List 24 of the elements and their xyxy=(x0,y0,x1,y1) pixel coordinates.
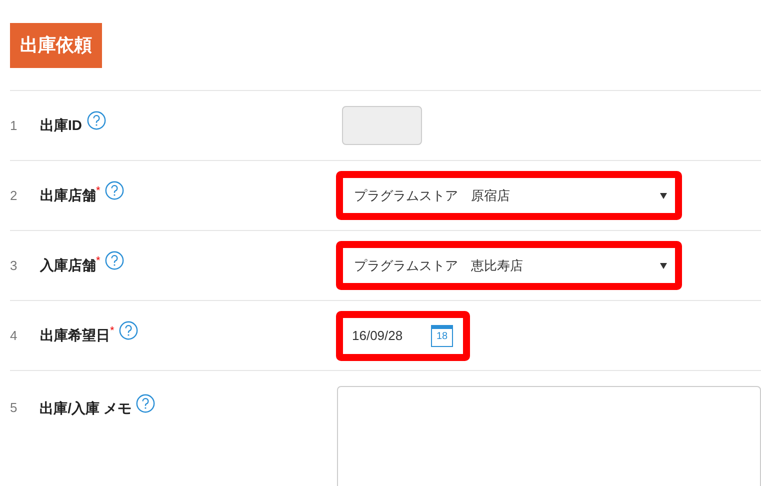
row-number: 3 xyxy=(10,256,18,275)
help-icon[interactable] xyxy=(105,251,124,270)
caret-icon xyxy=(660,262,667,268)
required-mark: * xyxy=(110,324,114,340)
memo-field[interactable] xyxy=(337,386,761,486)
field-label: 出庫ID xyxy=(40,116,82,135)
field-label: 入庫店舗 xyxy=(40,256,96,275)
help-icon[interactable] xyxy=(87,111,106,130)
required-mark: * xyxy=(96,184,100,200)
help-icon[interactable] xyxy=(105,181,124,200)
caret-icon xyxy=(660,192,667,198)
page-title: 出庫依頼 xyxy=(10,23,102,68)
id-field[interactable] xyxy=(342,106,422,145)
row-number: 5 xyxy=(10,399,18,417)
field-label: 出庫店舗 xyxy=(40,186,96,205)
field-label: 出庫希望日 xyxy=(40,326,110,345)
calendar-icon[interactable]: 18 xyxy=(431,324,453,346)
field-label: 出庫/入庫 メモ xyxy=(40,399,132,418)
row-number: 2 xyxy=(10,186,18,205)
row-number: 1 xyxy=(10,116,18,135)
row-number: 4 xyxy=(10,326,18,345)
required-mark: * xyxy=(96,254,100,270)
help-icon[interactable] xyxy=(119,321,138,340)
help-icon[interactable] xyxy=(136,394,156,413)
